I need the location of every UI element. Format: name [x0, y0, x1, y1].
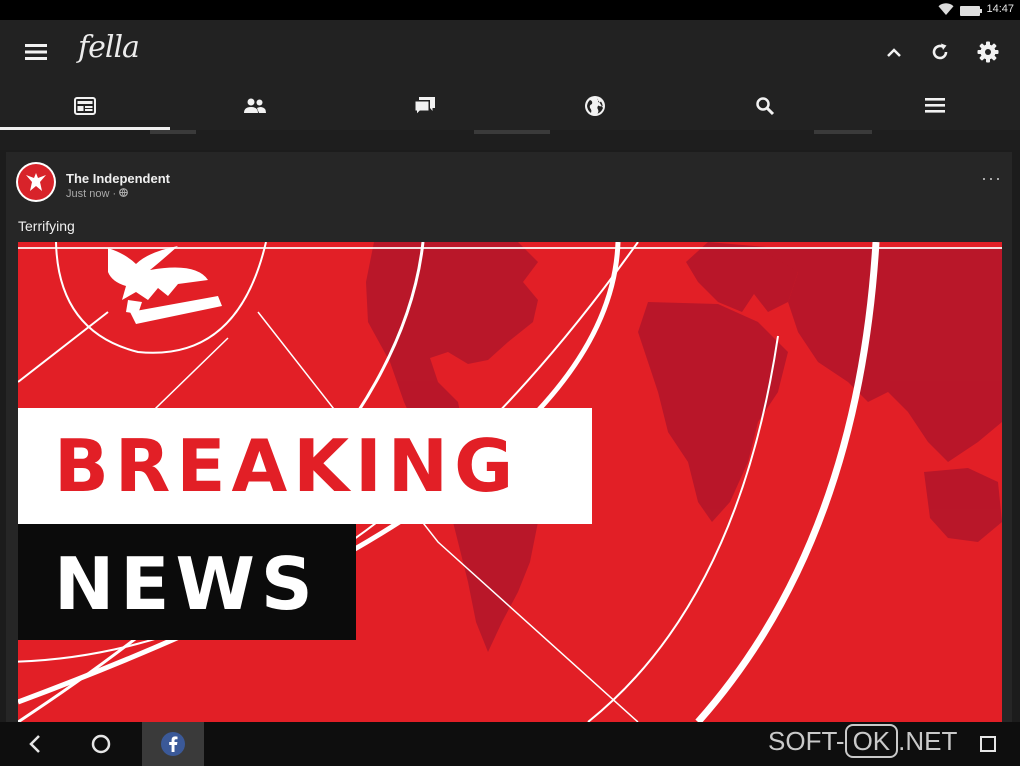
breaking-text: BREAKING	[54, 424, 520, 508]
post-more-icon[interactable]: ···	[981, 168, 1002, 189]
watermark: SOFT- OK .NET	[768, 724, 958, 758]
avatar[interactable]	[16, 162, 56, 202]
news-text: NEWS	[54, 542, 319, 626]
back-icon[interactable]	[18, 728, 52, 760]
recents-icon[interactable]	[972, 728, 1004, 760]
post-meta: Just now ·	[66, 188, 129, 200]
previous-post-like[interactable]	[150, 130, 196, 134]
globe-icon	[584, 95, 606, 122]
post-time: Just now ·	[66, 188, 120, 200]
status-time: 14:47	[986, 3, 1014, 15]
battery-icon	[960, 6, 982, 16]
app-logo: fella	[78, 30, 140, 65]
newspaper-icon	[74, 96, 96, 120]
tab-news-feed[interactable]	[0, 86, 170, 130]
people-icon	[243, 98, 267, 119]
collapse-up-icon[interactable]	[878, 36, 910, 68]
post-card: The Independent Just now · ··· Terrifyin…	[6, 152, 1012, 722]
tab-more[interactable]	[850, 86, 1020, 130]
tab-search[interactable]	[680, 86, 850, 130]
status-bar: 14:47	[0, 0, 1020, 20]
previous-post-comment[interactable]	[474, 130, 550, 134]
watermark-box: OK	[844, 724, 899, 758]
app-bar	[0, 20, 1020, 86]
facebook-app-icon[interactable]	[142, 722, 204, 766]
watermark-left: SOFT-	[768, 726, 845, 756]
previous-post-share[interactable]	[814, 130, 872, 134]
breaking-banner: BREAKING	[18, 408, 592, 524]
news-banner: NEWS	[18, 524, 356, 640]
watermark-right: .NET	[898, 726, 958, 756]
search-icon	[755, 96, 775, 121]
previous-post-actions	[0, 130, 1020, 150]
globe-icon	[119, 188, 129, 200]
independent-logo-icon	[18, 164, 54, 200]
post-image[interactable]: BREAKING NEWS	[18, 242, 1002, 722]
menu-icon[interactable]	[18, 36, 54, 68]
menu-icon	[925, 98, 945, 118]
post-caption: Terrifying	[18, 218, 75, 234]
tab-messages[interactable]	[340, 86, 510, 130]
home-icon[interactable]	[84, 728, 118, 760]
tab-friends[interactable]	[170, 86, 340, 130]
tab-notifications[interactable]	[510, 86, 680, 130]
post-author[interactable]: The Independent	[66, 171, 170, 186]
chat-icon	[414, 96, 436, 121]
settings-icon[interactable]	[972, 36, 1004, 68]
wifi-icon	[938, 3, 954, 21]
refresh-icon[interactable]	[924, 36, 956, 68]
